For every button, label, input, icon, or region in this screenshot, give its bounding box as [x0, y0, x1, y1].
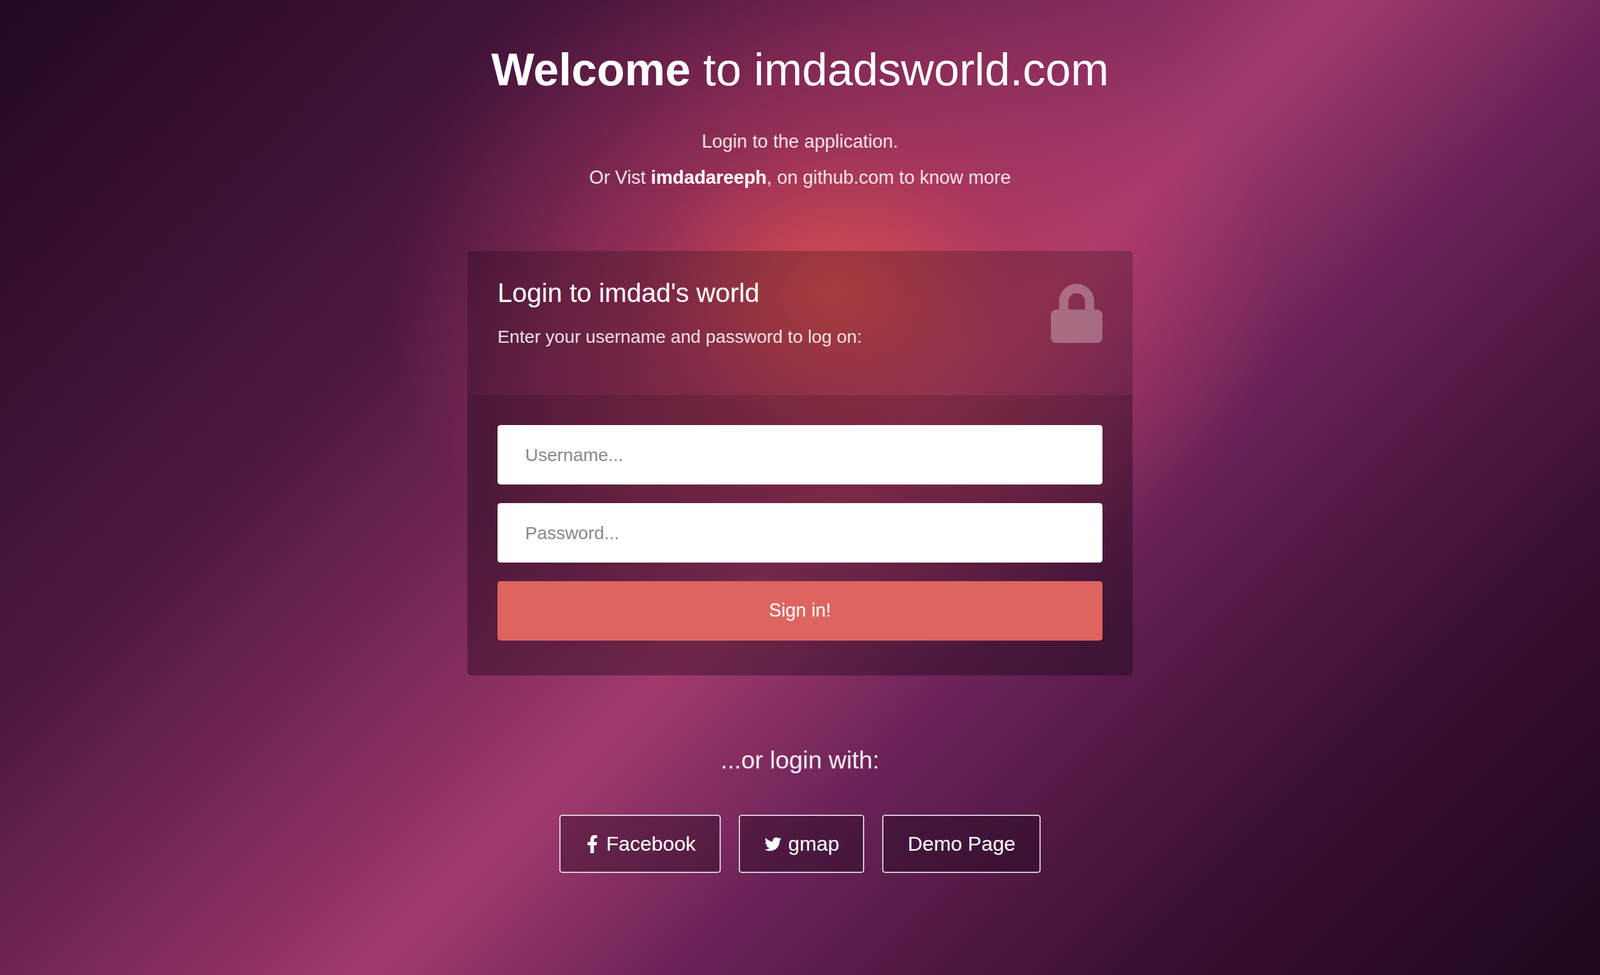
login-page: Welcome to imdadsworld.com Login to the a… — [0, 0, 1600, 975]
login-title: Login to imdad's world — [497, 277, 862, 310]
social-button[interactable]: Demo Page — [882, 814, 1041, 873]
twitter-icon — [763, 835, 782, 853]
social-login-label: ...or login with: — [720, 744, 880, 775]
password-input[interactable] — [497, 502, 1103, 563]
username-input[interactable] — [497, 424, 1103, 485]
sign-in-button[interactable]: Sign in! — [497, 580, 1103, 641]
facebook-icon — [584, 834, 601, 853]
social-button[interactable]: Facebook — [559, 814, 721, 873]
social-button[interactable]: gmap — [738, 814, 865, 873]
login-card-body: Sign in! — [467, 394, 1133, 676]
lock-icon — [1050, 283, 1103, 344]
login-description: Enter your username and password to log … — [497, 324, 862, 349]
social-buttons: Facebook gmap Demo Page — [559, 814, 1041, 873]
page-title: Welcome to imdadsworld.com — [490, 42, 1109, 97]
page-subtitle: Login to the application.Or Vist imdadar… — [589, 123, 1011, 196]
login-card: Login to imdad's world Enter your usernam… — [467, 250, 1133, 676]
subtitle-line: Or Vist imdadareeph, on github.com to kn… — [589, 159, 1011, 196]
login-card-header: Login to imdad's world Enter your usernam… — [467, 250, 1133, 395]
subtitle-line: Login to the application. — [701, 123, 898, 160]
